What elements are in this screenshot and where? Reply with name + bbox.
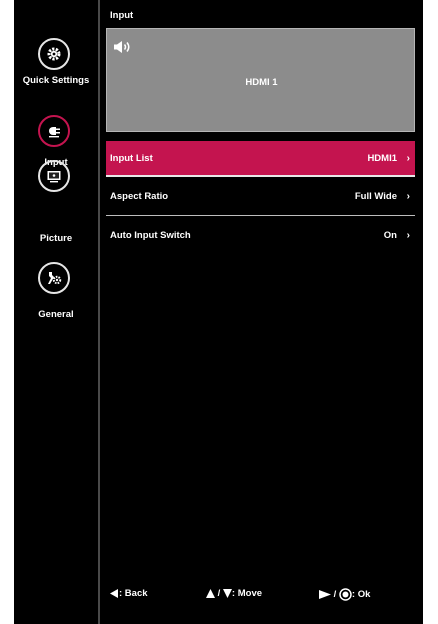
sidebar-item-general[interactable]: General: [14, 262, 98, 322]
preview-source-label: HDMI 1: [245, 77, 278, 88]
sidebar-item-picture[interactable]: Picture: [14, 160, 98, 244]
hint-back: : Back: [110, 588, 148, 608]
hint-ok-label: : Ok: [351, 589, 371, 600]
row-divider: [106, 215, 415, 216]
input-plug-icon: [38, 115, 70, 147]
chevron-right-icon: ›: [406, 230, 410, 241]
menu-row-auto-input-switch[interactable]: Auto Input Switch On ›: [106, 218, 415, 254]
sidebar-item-label: Picture: [39, 233, 73, 244]
menu-row-label: Input List: [110, 153, 153, 164]
up-arrow-icon: [206, 589, 215, 598]
general-wrench-icon: [38, 262, 70, 294]
ok-button-icon: [339, 588, 352, 601]
menu-row-value: On: [383, 230, 397, 241]
hint-ok-separator: /: [333, 589, 337, 600]
gear-icon: [38, 38, 70, 70]
picture-monitor-icon: [38, 160, 70, 192]
page-title: Input: [110, 10, 134, 21]
menu-row-aspect-ratio[interactable]: Aspect Ratio Full Wide ›: [106, 179, 415, 215]
menu-row-label: Aspect Ratio: [110, 191, 169, 202]
volume-icon: [114, 41, 130, 53]
right-arrow-icon: [319, 590, 331, 599]
hint-move-separator: /: [217, 588, 221, 599]
hint-back-label: : Back: [119, 588, 148, 599]
menu-row-value: Full Wide: [354, 191, 397, 202]
menu-row-input-list[interactable]: Input List HDMI1 ›: [106, 141, 415, 177]
left-arrow-icon: [110, 589, 118, 598]
source-preview: HDMI 1: [106, 28, 415, 132]
hint-move-label: : Move: [231, 588, 263, 599]
sidebar-divider: [98, 0, 100, 624]
hint-ok: / : Ok: [319, 588, 370, 608]
chevron-right-icon: ›: [406, 153, 410, 164]
sidebar-item-label: General: [38, 309, 74, 320]
sidebar-item-label: Quick Settings: [22, 75, 90, 86]
menu-row-value: HDMI1: [367, 153, 397, 164]
chevron-right-icon: ›: [406, 191, 410, 202]
hint-move: / : Move: [206, 588, 262, 608]
sidebar-item-quick-settings[interactable]: Quick Settings: [14, 38, 98, 98]
down-arrow-icon: [222, 589, 232, 598]
menu-row-label: Auto Input Switch: [110, 230, 191, 241]
